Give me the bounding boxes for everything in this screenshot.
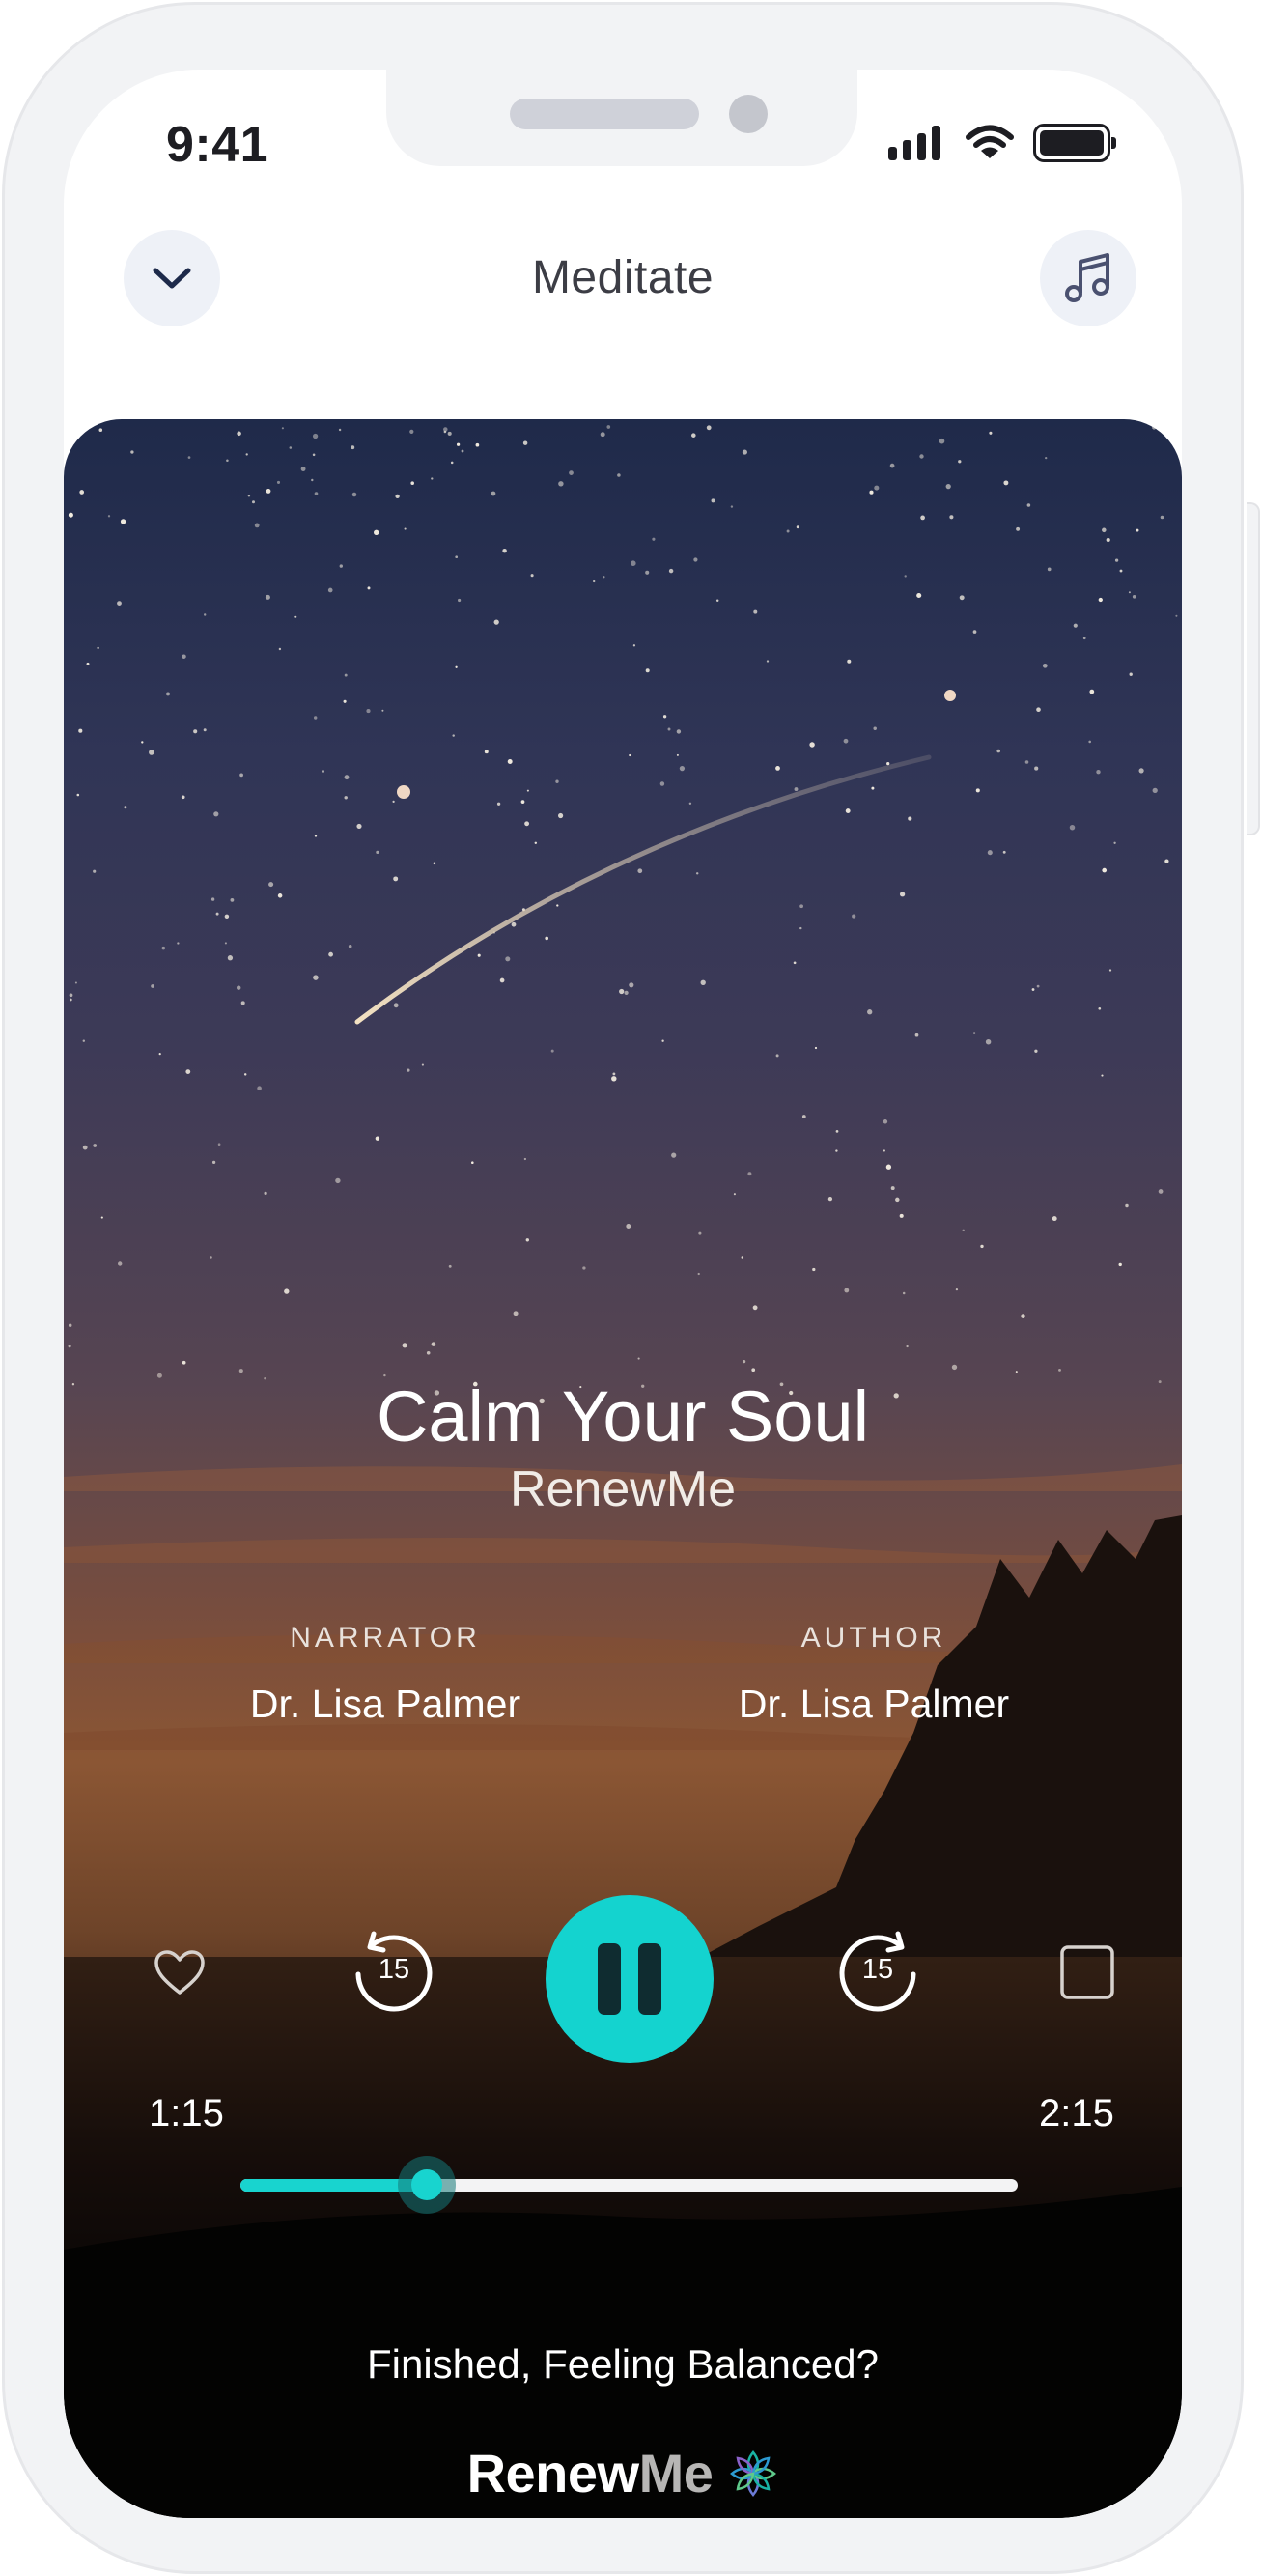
stop-icon — [1060, 1945, 1114, 1999]
rewind-15-button[interactable]: 15 — [347, 1924, 441, 2019]
narrator-label: NARRATOR — [290, 1622, 481, 1654]
progress-slider[interactable] — [240, 2156, 1018, 2214]
page-title: Meditate — [531, 252, 715, 303]
music-note-icon — [1065, 253, 1109, 302]
elapsed-time: 1:15 — [149, 2092, 224, 2135]
total-duration: 2:15 — [1039, 2092, 1114, 2135]
logo-part-renew: Renew — [466, 2443, 640, 2504]
narrator-name: Dr. Lisa Palmer — [249, 1682, 521, 1726]
front-camera — [729, 95, 768, 133]
battery-icon — [1033, 124, 1116, 162]
progress-thumb[interactable] — [411, 2169, 443, 2200]
author-name: Dr. Lisa Palmer — [738, 1682, 1010, 1726]
favorite-button[interactable] — [143, 1936, 216, 2009]
forward-seconds: 15 — [861, 1954, 894, 1985]
status-icons — [888, 122, 1116, 164]
heart-icon — [154, 1950, 205, 1995]
app-screen: 9:41 Meditate Calm Your Soul RenewMe NAR… — [64, 70, 1182, 2518]
wifi-icon — [966, 125, 1014, 158]
track-title: Calm Your Soul — [376, 1376, 870, 1457]
author-credit: AUTHOR Dr. Lisa Palmer — [661, 1622, 1086, 1727]
renewme-logo: RenewMe — [64, 2442, 1182, 2505]
speaker-grille — [510, 99, 699, 129]
forward-15-button[interactable]: 15 — [830, 1924, 925, 2019]
logo-part-me: Me — [638, 2443, 714, 2504]
finished-prompt[interactable]: Finished, Feeling Balanced? — [64, 2341, 1182, 2388]
player-card: Calm Your Soul RenewMe NARRATOR Dr. Lisa… — [64, 419, 1182, 2518]
narrator-credit: NARRATOR Dr. Lisa Palmer — [173, 1622, 598, 1727]
status-time: 9:41 — [166, 117, 269, 173]
pause-button[interactable] — [546, 1895, 714, 2063]
pause-icon — [598, 1943, 621, 2015]
device-notch — [386, 70, 857, 166]
lotus-icon — [730, 2449, 777, 2497]
music-settings-button[interactable] — [1040, 230, 1136, 326]
signal-icon — [888, 126, 940, 160]
track-brand: RenewMe — [509, 1461, 737, 1517]
author-label: AUTHOR — [800, 1622, 947, 1654]
pause-icon-bar — [638, 1943, 661, 2015]
phone-side-button — [1247, 502, 1260, 835]
rewind-seconds: 15 — [378, 1954, 410, 1985]
stop-button[interactable] — [1049, 1934, 1126, 2011]
logo-wordmark: RenewMe — [467, 2442, 714, 2505]
